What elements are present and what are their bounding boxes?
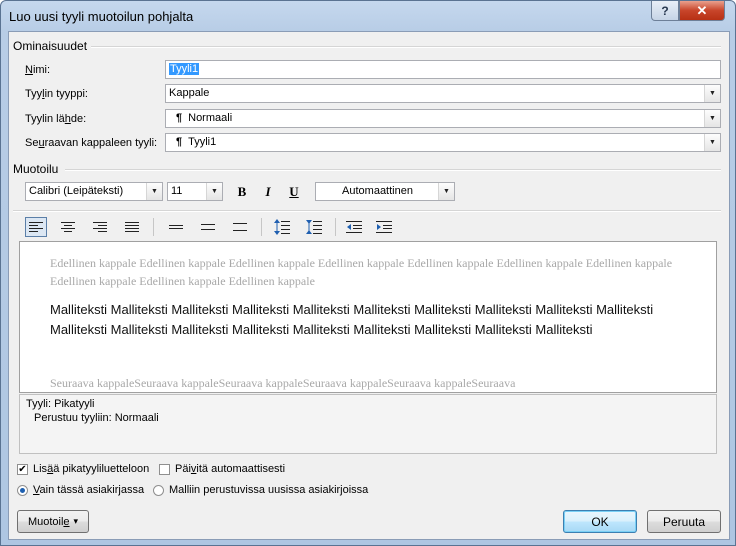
underline-button[interactable]: U [283,182,305,202]
decrease-indent-icon [346,221,362,233]
close-button[interactable]: ✕ [679,1,725,21]
help-icon: ? [661,3,669,18]
previous-paragraph-text: Edellinen kappale Edellinen kappale Edel… [50,256,673,288]
align-right-icon [93,222,107,232]
name-input[interactable]: Tyyli1 [165,60,721,79]
chevron-down-icon: ▼ [438,183,454,200]
style-description: Tyyli: Pikatyyli Perustuu tyyliin: Norma… [19,394,717,454]
decrease-paragraph-spacing-button[interactable] [303,217,325,237]
sample-text: Malliteksti Malliteksti Malliteksti Mall… [50,302,654,337]
auto-update-checkbox[interactable] [159,464,170,475]
cancel-button[interactable]: Peruuta [647,510,721,533]
toolbar-separator [261,218,262,236]
style-based-on-select[interactable]: ¶ Normaali ▼ [165,109,721,128]
align-left-button[interactable] [25,217,47,237]
font-select[interactable]: Calibri (Leipäteksti) ▼ [25,182,163,201]
align-left-icon [29,222,43,232]
double-spacing-button[interactable] [229,217,251,237]
name-label: Nimi: [25,64,51,76]
decrease-indent-button[interactable] [343,217,365,237]
font-color-value: Automaattinen [342,185,413,197]
add-to-quick-styles-checkbox[interactable]: ✔ [17,464,28,475]
font-size-select[interactable]: 11 ▼ [167,182,223,201]
template-documents-radio[interactable] [153,485,164,496]
align-center-icon [61,222,75,232]
next-style-value: Tyyli1 [188,136,217,148]
single-spacing-icon [169,225,183,229]
next-style-label: Seuraavan kappaleen tyyli: [25,137,158,149]
properties-heading: Ominaisuudet [13,39,88,53]
align-center-button[interactable] [57,217,79,237]
divider [13,210,721,212]
name-value: Tyyli1 [169,63,200,75]
next-paragraph-text: Seuraava kappaleSeuraava kappaleSeuraava… [50,376,516,390]
justify-button[interactable] [121,217,143,237]
chevron-down-icon: ▼ [704,134,720,151]
dialog-body: Ominaisuudet Nimi: Tyyli1 Tyylin tyyppi:… [8,31,730,540]
chevron-down-icon: ▼ [704,85,720,102]
decrease-spacing-icon [306,220,322,234]
increase-paragraph-spacing-button[interactable] [271,217,293,237]
toolbar-separator [335,218,336,236]
window-title: Luo uusi tyyli muotoilun pohjalta [9,9,194,24]
help-button[interactable]: ? [651,1,679,21]
only-this-document-radio[interactable] [17,485,28,496]
chevron-down-icon: ▼ [206,183,222,200]
style-type-label: Tyylin tyyppi: [25,88,88,100]
auto-update-label[interactable]: Päivitä automaattisesti [175,463,285,475]
single-spacing-button[interactable] [165,217,187,237]
one-and-half-spacing-icon [201,224,215,230]
close-icon: ✕ [696,2,708,18]
next-style-select[interactable]: ¶ Tyyli1 ▼ [165,133,721,152]
checkmark-icon: ✔ [18,464,27,475]
style-based-on-value: Normaali [188,112,233,124]
increase-indent-icon [376,221,392,233]
font-color-select[interactable]: Automaattinen ▼ [315,182,455,201]
dropdown-arrow-icon: ▾ [73,516,79,526]
italic-button[interactable]: I [257,182,279,202]
increase-indent-button[interactable] [373,217,395,237]
description-line: Perustuu tyyliin: Normaali [34,412,159,424]
description-line: Tyyli: Pikatyyli [26,398,95,410]
font-size-value: 11 [171,185,183,197]
format-button[interactable]: Muotoil e ▾ [17,510,89,533]
ok-button[interactable]: OK [563,510,637,533]
style-type-select[interactable]: Kappale ▼ [165,84,721,103]
only-this-document-label[interactable]: Vain tässä asiakirjassa [33,484,144,496]
paragraph-icon: ¶ [176,112,183,124]
justify-icon [125,222,139,232]
style-based-on-label: Tyylin lähde: [25,113,87,125]
one-and-half-spacing-button[interactable] [197,217,219,237]
increase-spacing-icon [274,219,290,235]
title-bar: Luo uusi tyyli muotoilun pohjalta ? ✕ [1,1,735,31]
template-documents-label[interactable]: Malliin perustuvissa uusissa asiakirjois… [169,484,368,496]
divider [65,169,721,171]
double-spacing-icon [233,223,247,231]
chevron-down-icon: ▼ [704,110,720,127]
chevron-down-icon: ▼ [146,183,162,200]
dialog-window: Luo uusi tyyli muotoilun pohjalta ? ✕ Om… [0,0,736,546]
formatting-heading: Muotoilu [13,162,59,176]
style-type-value: Kappale [169,87,210,99]
divider [91,46,721,48]
style-preview: Edellinen kappale Edellinen kappale Edel… [19,241,717,393]
font-value: Calibri (Leipäteksti) [29,185,124,197]
align-right-button[interactable] [89,217,111,237]
toolbar-separator [153,218,154,236]
bold-button[interactable]: B [231,182,253,202]
paragraph-icon: ¶ [176,136,183,148]
add-to-quick-styles-label[interactable]: Lisää pikatyyliluetteloon [33,463,149,475]
